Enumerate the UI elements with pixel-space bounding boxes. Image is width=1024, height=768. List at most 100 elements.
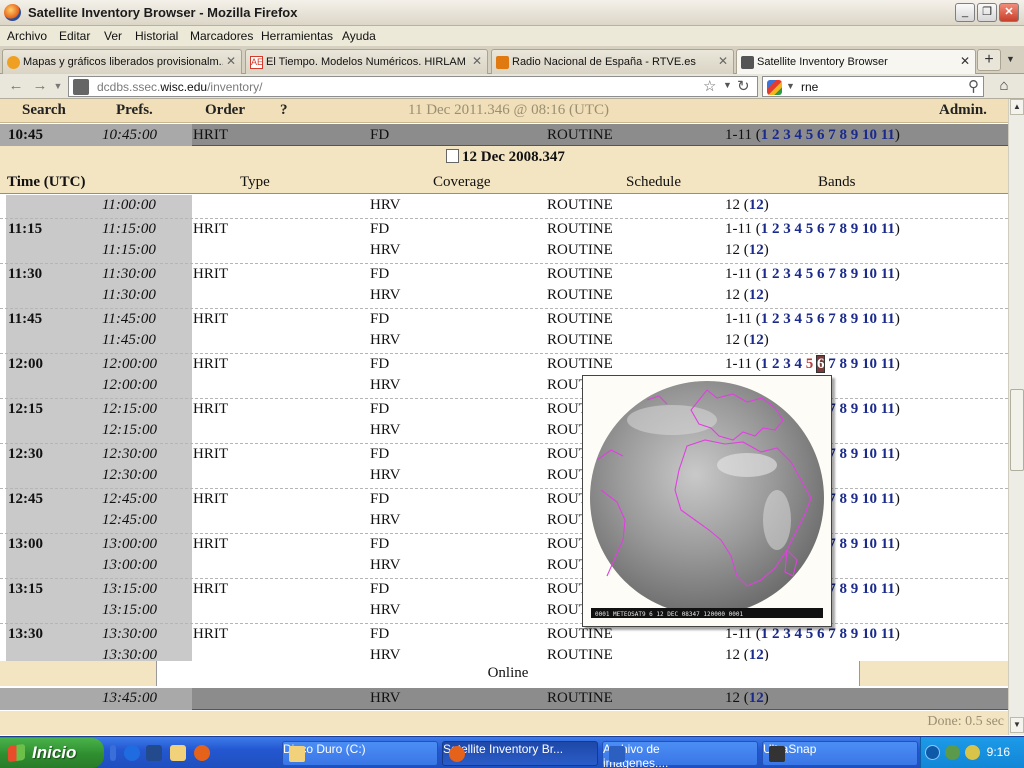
- band-link[interactable]: 10: [862, 446, 877, 462]
- taskbar-archivo-imagenes[interactable]: Archivo de imágenes....: [602, 741, 758, 768]
- band-link[interactable]: 9: [851, 446, 859, 462]
- search-link[interactable]: Search: [22, 102, 66, 119]
- network-icon[interactable]: [945, 745, 960, 760]
- column-header-bands[interactable]: Bands: [818, 174, 856, 191]
- page-scrollbar[interactable]: ▲ ▼: [1008, 99, 1024, 735]
- column-header-time[interactable]: Time (UTC): [7, 174, 85, 191]
- band-link[interactable]: 12: [749, 332, 764, 348]
- prefs-link[interactable]: Prefs.: [116, 102, 153, 119]
- forward-arrow-icon[interactable]: →: [30, 77, 50, 96]
- menu-historial[interactable]: Historial: [135, 29, 178, 43]
- band-link[interactable]: 8: [839, 401, 847, 417]
- ie-icon[interactable]: [124, 745, 140, 761]
- band-link[interactable]: 1: [761, 221, 769, 237]
- band-link[interactable]: 11: [881, 536, 895, 552]
- url-bar[interactable]: dcdbs.ssec.wisc.edu/inventory/ ☆ ▼ ↻: [68, 76, 758, 97]
- band-link[interactable]: 6: [817, 626, 825, 642]
- scrollbar-thumb[interactable]: [1010, 389, 1024, 471]
- band-link[interactable]: 9: [851, 311, 859, 327]
- band-link[interactable]: 2: [772, 127, 780, 143]
- menu-ver[interactable]: Ver: [104, 29, 122, 43]
- band-link[interactable]: 5: [806, 356, 814, 372]
- back-arrow-icon[interactable]: ←: [6, 77, 26, 96]
- band-link[interactable]: 11: [881, 221, 895, 237]
- band-link[interactable]: 7: [828, 311, 836, 327]
- band-link[interactable]: 4: [794, 127, 802, 143]
- restore-button[interactable]: ❐: [977, 3, 997, 22]
- band-link[interactable]: 11: [881, 127, 895, 143]
- menu-editar[interactable]: Editar: [59, 29, 90, 43]
- band-link[interactable]: 7: [828, 626, 836, 642]
- band-link[interactable]: 11: [881, 446, 895, 462]
- column-header-schedule[interactable]: Schedule: [626, 174, 681, 191]
- start-button[interactable]: Inicio: [0, 738, 104, 768]
- search-icon[interactable]: ⚲: [968, 77, 979, 95]
- google-engine-icon[interactable]: [767, 80, 782, 95]
- band-link[interactable]: 3: [783, 266, 791, 282]
- band-link[interactable]: 10: [862, 581, 877, 597]
- taskbar-ultrasnap[interactable]: UltraSnap: [762, 741, 918, 766]
- band-link[interactable]: 7: [828, 127, 836, 143]
- minimize-button[interactable]: _: [955, 3, 975, 22]
- band-link[interactable]: 9: [851, 266, 859, 282]
- band-link[interactable]: 2: [772, 356, 780, 372]
- scroll-up-icon[interactable]: ▲: [1010, 99, 1024, 115]
- band-link[interactable]: 9: [851, 401, 859, 417]
- band-link[interactable]: 4: [794, 266, 802, 282]
- band-link[interactable]: 12: [749, 242, 764, 258]
- bookmark-star-icon[interactable]: ☆: [703, 77, 716, 95]
- folder-icon[interactable]: [170, 745, 186, 761]
- band-link[interactable]: 11: [881, 356, 895, 372]
- satellite-image-preview[interactable]: 0001 METEOSAT9 6 12 DEC 08347 120000 000…: [582, 375, 832, 627]
- tab-satellite-inventory[interactable]: Satellite Inventory Browser ✕: [736, 49, 976, 75]
- band-link[interactable]: 10: [862, 356, 877, 372]
- order-link[interactable]: Order: [205, 102, 245, 119]
- band-link[interactable]: 9: [851, 491, 859, 507]
- band-link[interactable]: 9: [851, 221, 859, 237]
- band-link[interactable]: 8: [839, 581, 847, 597]
- reload-icon[interactable]: ↻: [737, 77, 750, 95]
- band-link[interactable]: 8: [839, 221, 847, 237]
- tab-list-chevron-down-icon[interactable]: ▼: [1006, 54, 1015, 64]
- band-link[interactable]: 2: [772, 311, 780, 327]
- band-link[interactable]: 8: [839, 491, 847, 507]
- engine-dropdown-icon[interactable]: ▼: [786, 81, 795, 91]
- band-link[interactable]: 11: [881, 491, 895, 507]
- band-link[interactable]: 2: [772, 626, 780, 642]
- band-link[interactable]: 6: [817, 221, 825, 237]
- tab-mapas[interactable]: Mapas y gráficos liberados provisionalm.…: [2, 49, 242, 74]
- band-link[interactable]: 8: [839, 356, 847, 372]
- menu-archivo[interactable]: Archivo: [7, 29, 47, 43]
- column-header-coverage[interactable]: Coverage: [433, 174, 490, 191]
- band-link[interactable]: 4: [794, 626, 802, 642]
- menu-marcadores[interactable]: Marcadores: [190, 29, 253, 43]
- search-query[interactable]: rne: [801, 80, 818, 94]
- band-link[interactable]: 4: [794, 221, 802, 237]
- tab-el-tiempo[interactable]: AE El Tiempo. Modelos Numéricos. HIRLAM …: [245, 49, 488, 74]
- band-link[interactable]: 1: [761, 266, 769, 282]
- band-link[interactable]: 1: [761, 356, 769, 372]
- band-link[interactable]: 10: [862, 536, 877, 552]
- band-link[interactable]: 4: [794, 311, 802, 327]
- band-link[interactable]: 12: [749, 197, 764, 213]
- band-link[interactable]: 6: [816, 354, 826, 373]
- band-link[interactable]: 5: [806, 311, 814, 327]
- band-link[interactable]: 9: [851, 581, 859, 597]
- speaker-icon[interactable]: [965, 745, 980, 760]
- firefox-quicklaunch-icon[interactable]: [194, 745, 210, 761]
- url-text[interactable]: dcdbs.ssec.wisc.edu/inventory/: [97, 80, 262, 94]
- ftp-icon[interactable]: [146, 745, 162, 761]
- band-link[interactable]: 8: [839, 626, 847, 642]
- search-bar[interactable]: ▼ rne ⚲: [762, 76, 984, 97]
- band-link[interactable]: 8: [839, 266, 847, 282]
- close-tab-icon[interactable]: ✕: [226, 54, 236, 68]
- band-link[interactable]: 1: [761, 311, 769, 327]
- band-link[interactable]: 6: [817, 311, 825, 327]
- taskbar-satellite-inventory[interactable]: Satellite Inventory Br...: [442, 741, 598, 766]
- band-link[interactable]: 6: [817, 127, 825, 143]
- url-dropdown-icon[interactable]: ▼: [723, 80, 732, 90]
- band-link[interactable]: 9: [851, 356, 859, 372]
- band-link[interactable]: 8: [839, 446, 847, 462]
- close-tab-icon[interactable]: ✕: [960, 54, 970, 68]
- document-icon[interactable]: [446, 149, 459, 163]
